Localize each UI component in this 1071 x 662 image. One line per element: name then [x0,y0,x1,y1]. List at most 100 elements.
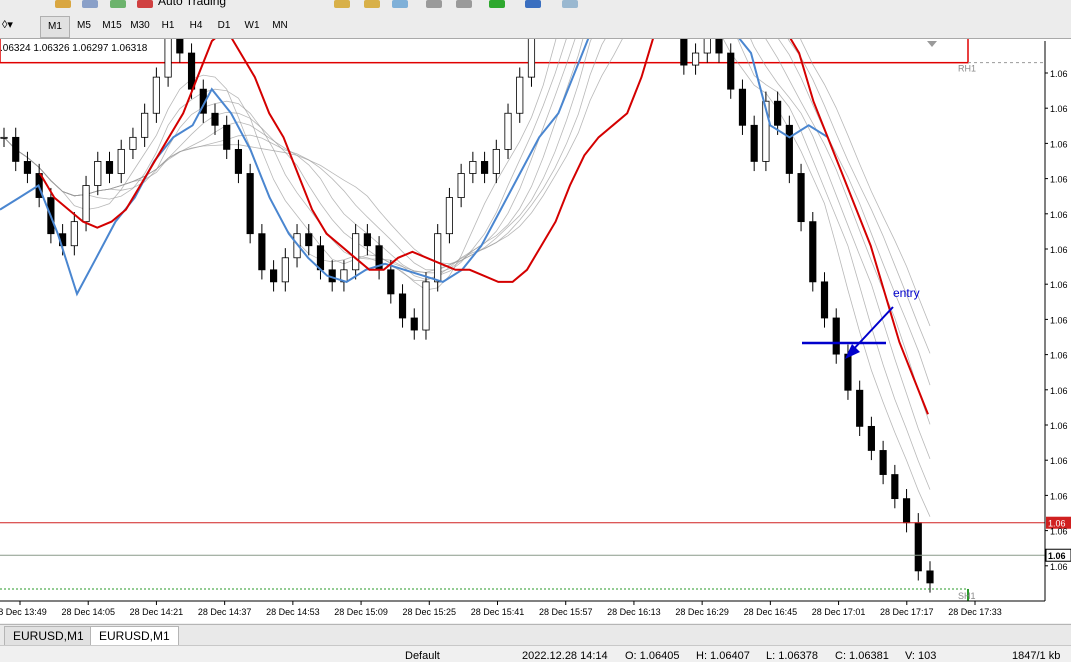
tf-mn[interactable]: MN [266,16,294,36]
status-low: L: 1.06378 [766,650,818,662]
profile-icon[interactable] [82,0,98,8]
candle-body [270,269,278,283]
candle-body [774,100,782,126]
candle-body [902,498,911,524]
candle-body [410,317,418,331]
supply-zone[interactable] [0,39,969,64]
tf-w1[interactable]: W1 [238,16,266,36]
bid-price-text: 1.06 [1048,551,1066,561]
chart-area[interactable]: .06324 1.06326 1.06297 1.06318 RH1RH1 SH… [0,39,1071,623]
candle-body [691,52,700,66]
auto-trading-label[interactable]: Auto Trading [158,0,226,8]
candle-body [738,88,747,126]
status-close: C: 1.06381 [835,650,889,662]
candle-body [258,233,266,271]
tab-eurusd-m1-b[interactable]: EURUSD,M1 [90,626,179,646]
candle-body [434,233,442,283]
toolbar: Auto Trading ◊▾ M1 M5 M15 M30 H1 H4 D1 W… [0,0,1071,39]
red-ma-line [39,39,929,415]
candle-body [223,124,231,150]
tf-d1[interactable]: D1 [210,16,238,36]
x-tick-label: 28 Dec 17:33 [948,607,1002,617]
tf-m30[interactable]: M30 [126,16,154,36]
candle-body [129,136,137,150]
y-tick-label: 1.06 [1050,175,1068,185]
candle-body [750,124,758,162]
zone-label: RH1 [958,64,976,74]
y-tick-label: 1.06 [1050,210,1068,220]
period-sep-icon[interactable] [456,0,472,8]
y-tick-label: 1.06 [1050,245,1068,255]
candle-body [727,52,735,90]
tf-m5[interactable]: M5 [70,16,98,36]
candle-body [879,450,887,475]
candle-body [891,474,899,500]
crosshair-icon[interactable] [426,0,442,8]
expert-icon[interactable] [110,0,126,8]
candle-body [527,39,536,78]
candle-body [82,185,90,223]
tf-h1[interactable]: H1 [154,16,182,36]
tf-h4[interactable]: H4 [182,16,210,36]
x-tick-label: 28 Dec 14:05 [61,607,115,617]
chart-shift-marker[interactable] [927,41,937,47]
candle-body [234,148,243,174]
y-tick-label: 1.06 [1050,315,1068,325]
chart-icon[interactable] [55,0,71,8]
chart-tabs: EURUSD,M1 EURUSD,M1 [0,624,1071,646]
clock-icon[interactable] [525,0,541,8]
gray-ma-line [3,39,931,460]
entry-arrow-shaft [849,306,894,354]
y-tick-label: 1.06 [1050,69,1068,79]
candle-body [715,39,723,54]
candle-body [844,353,852,391]
candle-body [117,148,125,174]
gray-ma-line [3,39,931,425]
candle-body [516,76,524,114]
status-bar: Default 2022.12.28 14:14 O: 1.06405 H: 1… [0,645,1071,662]
x-tick-label: 28 Dec 13:49 [0,607,47,617]
gray-ma-line [3,39,931,354]
candle-body [246,173,254,235]
candle-body [867,425,875,451]
candle-body [176,39,184,54]
y-tick-label: 1.06 [1050,280,1068,290]
candle-body [0,136,8,139]
status-profile[interactable]: Default [405,650,440,662]
tile-icon[interactable] [392,0,408,8]
zoom-in-icon[interactable] [334,0,350,8]
candle-body [856,389,864,427]
support-label: SH1 [958,591,976,601]
candle-body [422,281,430,331]
x-tick-label: 28 Dec 15:25 [403,607,457,617]
tab-eurusd-m1-a[interactable]: EURUSD,M1 [4,626,93,646]
candle-body [504,112,512,150]
candle-body [809,221,817,283]
y-tick-label: 1.06 [1050,491,1068,501]
auto-trading-icon[interactable] [137,0,153,8]
price-chart[interactable]: RH1RH1 SH11.061.06 entry 1.061.061.061.0… [0,39,1071,623]
x-tick-label: 28 Dec 14:21 [130,607,184,617]
zoom-out-icon[interactable] [364,0,380,8]
candle-body [797,173,805,223]
candle-body [926,570,934,584]
x-tick-label: 28 Dec 15:41 [471,607,525,617]
status-volume: V: 103 [905,650,937,662]
indicator-add-icon[interactable] [489,0,505,8]
candle-body [94,161,102,186]
status-high: H: 1.06407 [696,650,750,662]
candle-body [480,161,489,174]
status-datetime: 2022.12.28 14:14 [522,650,608,662]
candle-body [187,52,196,90]
draw-tool-icon[interactable]: ◊▾ [2,18,13,31]
candle-body [832,317,840,355]
tf-m1[interactable]: M1 [40,16,70,38]
candle-body [703,39,711,54]
candle-body [281,257,289,283]
y-tick-label: 1.06 [1050,139,1068,149]
screenshot-icon[interactable] [562,0,578,8]
candle-body [105,161,114,174]
x-tick-label: 28 Dec 16:29 [675,607,729,617]
tf-m15[interactable]: M15 [98,16,126,36]
entry-arrow-head [845,344,860,359]
